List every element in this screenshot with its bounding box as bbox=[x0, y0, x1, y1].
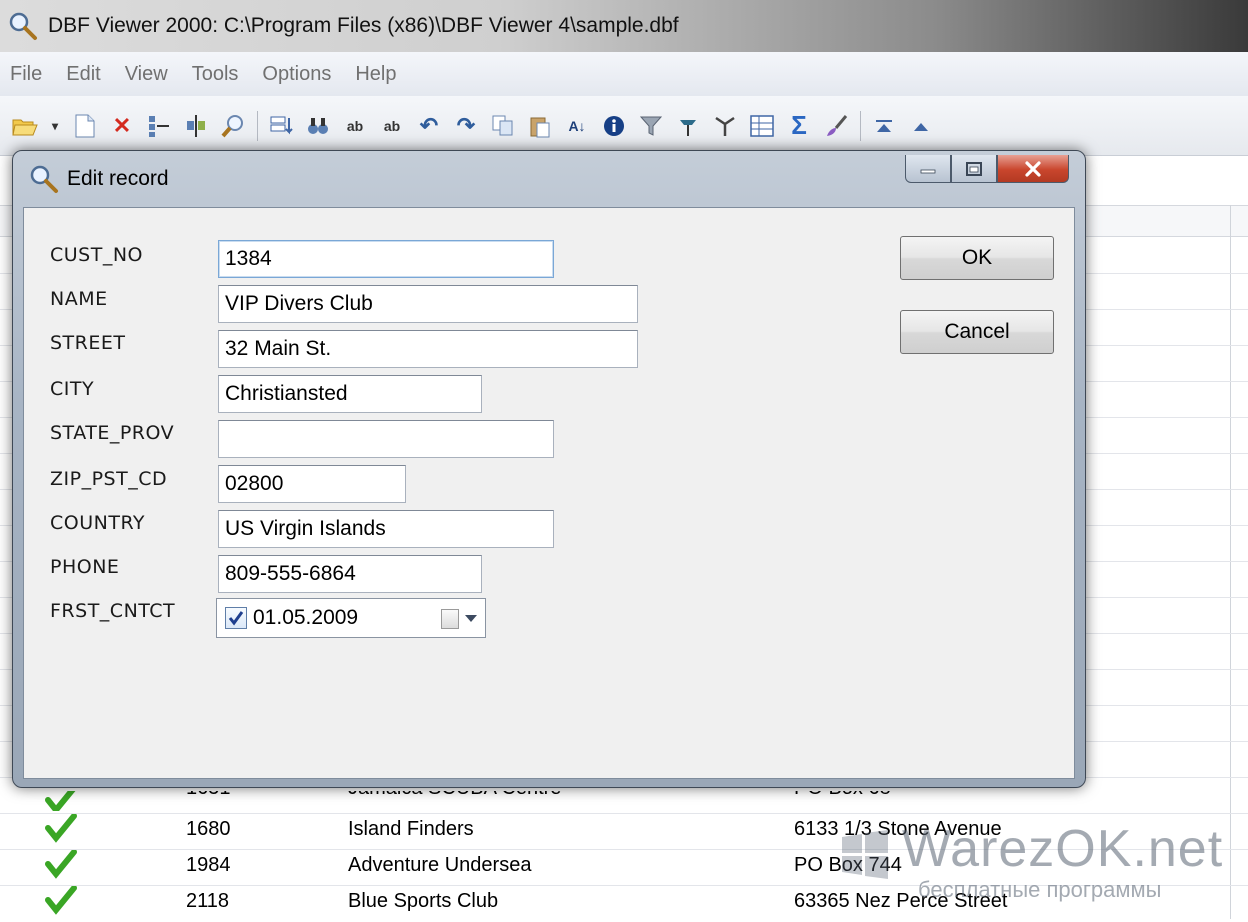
app-search-icon bbox=[8, 11, 38, 41]
cell-name: Adventure Undersea bbox=[348, 853, 532, 876]
find-next-icon[interactable]: ab bbox=[342, 113, 368, 139]
zip-field[interactable]: 02800 bbox=[218, 465, 406, 503]
cell-street: PO Box 68 bbox=[794, 791, 891, 800]
cell-cust-no: 1680 bbox=[186, 817, 231, 840]
redo-icon[interactable]: ↷ bbox=[453, 113, 479, 139]
name-field[interactable]: VIP Divers Club bbox=[218, 285, 638, 323]
toolbar-separator bbox=[860, 110, 861, 141]
menu-options[interactable]: Options bbox=[262, 63, 331, 86]
first-contact-date-picker[interactable]: 01.05.2009 bbox=[216, 598, 486, 638]
date-value: 01.05.2009 bbox=[253, 606, 359, 629]
dialog-title: Edit record bbox=[67, 167, 169, 190]
check-icon bbox=[40, 791, 80, 811]
label-state-prov: STATE_PROV bbox=[50, 422, 175, 444]
sum-icon[interactable]: Σ bbox=[786, 110, 812, 140]
check-icon bbox=[40, 849, 80, 880]
check-icon bbox=[40, 885, 80, 916]
pin-icon[interactable] bbox=[675, 113, 701, 139]
copy-icon[interactable] bbox=[490, 113, 516, 139]
table-row[interactable]: 1680 Island Finders 6133 1/3 Stone Avenu… bbox=[34, 811, 1248, 847]
filter-icon[interactable] bbox=[638, 113, 664, 139]
menu-file[interactable]: File bbox=[10, 63, 42, 86]
title-bar: DBF Viewer 2000: C:\Program Files (x86)\… bbox=[0, 0, 1248, 52]
table-row[interactable]: 2118 Blue Sports Club 63365 Nez Perce St… bbox=[34, 883, 1248, 919]
cell-cust-no: 2118 bbox=[186, 889, 230, 912]
label-first-contact: FRST_CNTCT bbox=[50, 600, 176, 622]
table-row[interactable]: 1984 Adventure Undersea PO Box 744 bbox=[34, 847, 1248, 883]
structure-icon[interactable] bbox=[146, 113, 172, 139]
date-checkbox[interactable] bbox=[225, 607, 247, 629]
cell-street: PO Box 744 bbox=[794, 853, 902, 876]
tools-icon[interactable] bbox=[712, 113, 738, 139]
street-field[interactable]: 32 Main St. bbox=[218, 330, 638, 368]
cell-cust-no: 1651 bbox=[186, 791, 231, 800]
menu-view[interactable]: View bbox=[125, 63, 168, 86]
sort-az-icon[interactable]: A↓ bbox=[564, 113, 590, 139]
table-row[interactable]: 1651 Jamaica SCUBA Centre PO Box 68 bbox=[34, 791, 1248, 811]
cust-no-field[interactable]: 1384 bbox=[218, 240, 554, 278]
first-record-icon[interactable] bbox=[871, 113, 897, 139]
window-controls bbox=[905, 155, 1069, 183]
prev-record-icon[interactable] bbox=[908, 113, 934, 139]
window-title: DBF Viewer 2000: C:\Program Files (x86)\… bbox=[48, 14, 679, 37]
label-city: CITY bbox=[50, 378, 95, 400]
brush-icon[interactable] bbox=[823, 113, 849, 139]
calendar-icon[interactable] bbox=[441, 609, 459, 629]
paste-icon[interactable] bbox=[527, 113, 553, 139]
label-street: STREET bbox=[50, 332, 126, 354]
label-cust-no: CUST_NO bbox=[50, 244, 144, 266]
dialog-client-area: CUST_NO 1384 NAME VIP Divers Club STREET… bbox=[23, 207, 1075, 779]
minimize-button[interactable] bbox=[905, 155, 951, 183]
split-icon[interactable] bbox=[183, 113, 209, 139]
cell-name: Blue Sports Club bbox=[348, 889, 499, 912]
label-phone: PHONE bbox=[50, 556, 120, 578]
cell-name: Jamaica SCUBA Centre bbox=[348, 791, 561, 800]
replace-icon[interactable]: ab bbox=[379, 113, 405, 139]
edit-record-dialog: Edit record CUST_NO 1384 NAME VIP Divers… bbox=[12, 150, 1086, 788]
ok-button[interactable]: OK bbox=[900, 236, 1054, 280]
insert-row-icon[interactable] bbox=[268, 113, 294, 139]
label-name: NAME bbox=[50, 288, 108, 310]
app-search-icon bbox=[29, 164, 59, 194]
cell-cust-no: 1984 bbox=[186, 853, 231, 876]
country-field[interactable]: US Virgin Islands bbox=[218, 510, 554, 548]
dropdown-arrow-icon[interactable]: ▾ bbox=[49, 113, 61, 139]
check-icon bbox=[40, 813, 80, 844]
new-file-icon[interactable] bbox=[72, 113, 98, 139]
cell-street: 63365 Nez Perce Street bbox=[794, 889, 1008, 912]
maximize-button[interactable] bbox=[951, 155, 997, 183]
search-icon[interactable] bbox=[220, 113, 246, 139]
menu-help[interactable]: Help bbox=[355, 63, 396, 86]
cell-name: Island Finders bbox=[348, 817, 474, 840]
label-country: COUNTRY bbox=[50, 512, 146, 534]
toolbar: ▾ ✕ ab ab ↶ ↷ A↓ Σ bbox=[0, 96, 1248, 156]
grid-icon[interactable] bbox=[749, 113, 775, 139]
toolbar-separator bbox=[257, 110, 258, 141]
open-folder-icon[interactable] bbox=[12, 113, 38, 139]
cell-street: 6133 1/3 Stone Avenue bbox=[794, 817, 1002, 840]
undo-icon[interactable]: ↶ bbox=[416, 113, 442, 139]
city-field[interactable]: Christiansted bbox=[218, 375, 482, 413]
delete-icon[interactable]: ✕ bbox=[109, 113, 135, 139]
label-zip: ZIP_PST_CD bbox=[50, 468, 168, 490]
close-button[interactable] bbox=[997, 155, 1069, 183]
find-icon[interactable] bbox=[305, 113, 331, 139]
menu-tools[interactable]: Tools bbox=[192, 63, 239, 86]
phone-field[interactable]: 809-555-6864 bbox=[218, 555, 482, 593]
cancel-button[interactable]: Cancel bbox=[900, 310, 1054, 354]
info-icon[interactable] bbox=[601, 113, 627, 139]
menu-edit[interactable]: Edit bbox=[66, 63, 100, 86]
chevron-down-icon[interactable] bbox=[465, 615, 477, 622]
menu-bar: File Edit View Tools Options Help bbox=[0, 52, 1248, 96]
state-prov-field[interactable] bbox=[218, 420, 554, 458]
